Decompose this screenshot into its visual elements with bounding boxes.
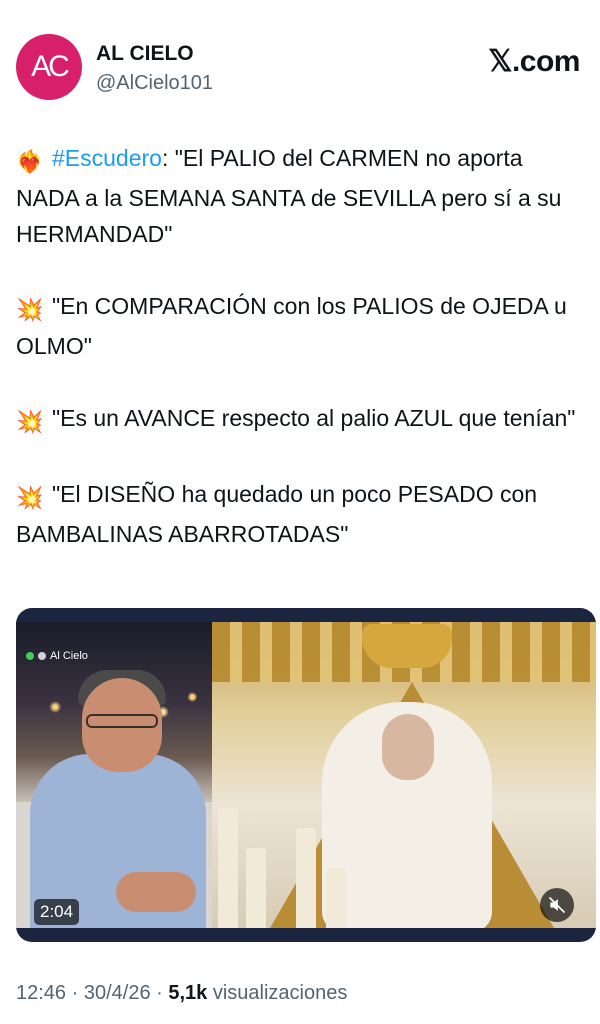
channel-label: Al Cielo [50,650,88,662]
avatar[interactable]: AC [16,34,82,100]
tweet-paragraph-4-text: "El DISEÑO ha quedado un poco PESADO con… [16,481,538,547]
tweet-text: ❤️‍🔥 #Escudero: "El PALIO del CARMEN no a… [16,140,588,588]
speaker-hands [116,872,196,912]
tweet-metadata: 12:46 · 30/4/26 · 5,1k visualizaciones [16,982,347,1005]
candle [326,868,346,928]
collision-icon: 💥 [16,297,44,322]
tweet-date[interactable]: 30/4/26 [84,982,151,1004]
display-name[interactable]: AL CIELO [96,42,194,66]
live-dot-icon [26,652,34,660]
video-left-frame: Al Cielo [16,622,212,928]
tweet-paragraph-2: 💥 "En COMPARACIÓN con los PALIOS de OJEDA… [16,288,588,364]
hashtag-link[interactable]: #Escudero [52,145,162,171]
channel-tag: Al Cielo [26,650,88,662]
tweet-time[interactable]: 12:46 [16,982,66,1004]
tweet-paragraph-1: ❤️‍🔥 #Escudero: "El PALIO del CARMEN no a… [16,140,588,252]
tweet-paragraph-2-text: "En COMPARACIÓN con los PALIOS de OJEDA … [16,293,567,359]
meta-separator: · [150,982,169,1004]
speaker-glasses [86,714,158,728]
tweet-header: AC AL CIELO @AlCielo101 𝕏.com [16,34,584,104]
collision-icon: 💥 [16,485,44,510]
x-logo: 𝕏.com [488,45,580,78]
virgin-face [382,714,434,780]
tweet-paragraph-3: 💥 "Es un AVANCE respecto al palio AZUL qu… [16,400,588,440]
views-count: 5,1k [168,982,208,1004]
virgin-crown [362,624,452,668]
candle [218,808,238,928]
views-label: visualizaciones [212,982,348,1004]
tweet-paragraph-3-text: "Es un AVANCE respecto al palio AZUL que… [52,405,576,431]
user-handle[interactable]: @AlCielo101 [96,72,213,95]
tweet-paragraph-4: 💥 "El DISEÑO ha quedado un poco PESADO co… [16,476,588,552]
video-right-frame [212,622,596,928]
video-player[interactable]: Al Cielo 2:04 [16,608,596,942]
mute-button[interactable] [540,888,574,922]
heart-on-fire-icon: ❤️‍🔥 [16,149,44,174]
video-duration: 2:04 [34,899,80,925]
speaker-muted-icon [548,896,566,914]
candle [296,828,316,928]
collision-icon: 💥 [16,409,44,434]
meta-separator: · [66,982,84,1004]
channel-dot-icon [38,652,46,660]
candle [246,848,266,928]
avatar-initials: AC [31,50,70,83]
